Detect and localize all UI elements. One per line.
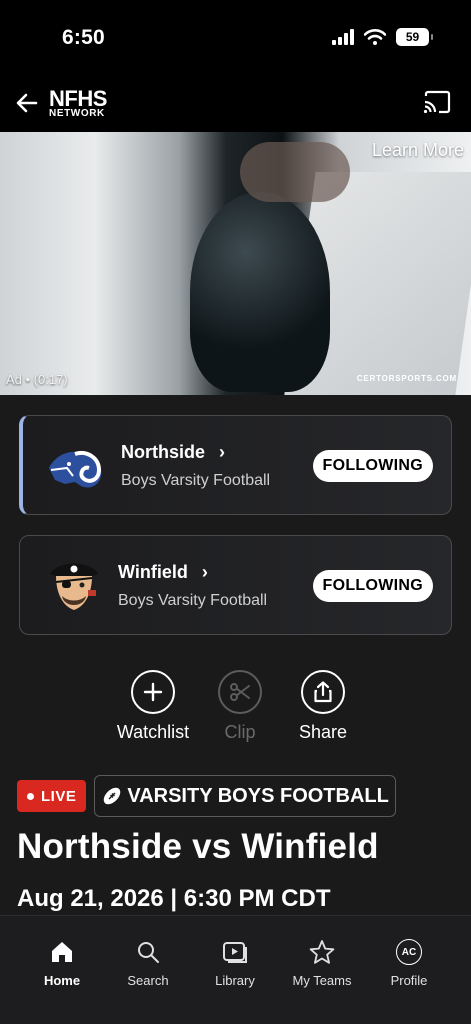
- sport-badge: VARSITY BOYS FOOTBALL: [94, 775, 396, 817]
- app-header: NFHS NETWORK: [0, 72, 471, 132]
- team-name-row: Northside ›: [121, 442, 225, 463]
- event-details: Northside › Boys Varsity Football FOLLOW…: [0, 395, 471, 915]
- chevron-right-icon: ›: [201, 562, 208, 582]
- tab-library[interactable]: Library: [192, 938, 278, 988]
- tab-label: Library: [215, 973, 255, 988]
- pirate-logo-icon: [50, 563, 98, 610]
- battery-icon: 59: [396, 28, 433, 46]
- ad-countdown: Ad • (0:17): [6, 372, 68, 387]
- rams-logo-icon: [49, 451, 102, 488]
- logo-main: NFHS: [49, 86, 107, 111]
- back-arrow-icon: [16, 93, 38, 113]
- game-title: Northside vs Winfield: [17, 827, 379, 866]
- search-icon: [134, 938, 162, 966]
- signal-icon: [332, 29, 354, 45]
- team-card-northside[interactable]: Northside › Boys Varsity Football FOLLOW…: [19, 415, 452, 515]
- tab-home[interactable]: Home: [19, 938, 105, 988]
- live-badge: LIVE: [17, 780, 87, 812]
- tab-label: My Teams: [292, 973, 352, 988]
- video-frame-hand: [240, 142, 350, 202]
- chevron-right-icon: ›: [219, 442, 226, 462]
- video-frame-helmet: [190, 192, 330, 392]
- live-label: LIVE: [41, 787, 77, 805]
- logo-sub: NETWORK: [49, 108, 105, 119]
- scissors-icon: [218, 670, 262, 714]
- team-name: Northside: [121, 442, 206, 462]
- wifi-icon: [364, 29, 386, 45]
- star-icon: [308, 938, 336, 966]
- action-row: Watchlist Clip Share: [0, 670, 471, 750]
- tab-my-teams[interactable]: My Teams: [279, 938, 365, 988]
- library-icon: [221, 938, 249, 966]
- status-icons: 59: [332, 28, 433, 46]
- sponsor-watermark: CERTORSPORTS.COM: [356, 374, 457, 383]
- tab-search[interactable]: Search: [105, 938, 191, 988]
- tab-label: Home: [43, 973, 81, 988]
- football-icon: [104, 787, 121, 805]
- status-bar: 6:50 59: [0, 0, 471, 72]
- share-icon: [301, 670, 345, 714]
- team-name-row: Winfield ›: [118, 562, 208, 583]
- following-button[interactable]: FOLLOWING: [312, 570, 433, 602]
- team-card-winfield[interactable]: Winfield › Boys Varsity Football FOLLOWI…: [19, 535, 452, 635]
- avatar-initials: AC: [396, 939, 422, 965]
- team-name: Winfield: [118, 562, 188, 582]
- tab-profile[interactable]: AC Profile: [366, 938, 452, 988]
- team-subtitle: Boys Varsity Football: [121, 472, 271, 489]
- learn-more-link[interactable]: Learn More: [372, 140, 464, 161]
- game-datetime: Aug 21, 2026 | 6:30 PM CDT: [17, 885, 331, 912]
- home-icon: [48, 938, 76, 966]
- back-button[interactable]: [12, 88, 42, 118]
- tab-label: Search: [127, 973, 169, 988]
- team-subtitle: Boys Varsity Football: [118, 592, 268, 609]
- live-dot-icon: [27, 792, 34, 800]
- video-player[interactable]: Learn More Ad • (0:17) CERTORSPORTS.COM: [0, 132, 471, 395]
- tab-label: Profile: [390, 973, 428, 988]
- cast-icon: [423, 90, 451, 114]
- plus-icon: [131, 670, 175, 714]
- nfhs-logo[interactable]: NFHS NETWORK: [49, 88, 107, 119]
- sport-label: VARSITY BOYS FOOTBALL: [127, 784, 389, 807]
- event-badges: LIVE VARSITY BOYS FOOTBALL: [17, 775, 396, 817]
- profile-avatar-icon: AC: [395, 938, 423, 966]
- cast-button[interactable]: [423, 90, 453, 116]
- share-label: Share: [298, 722, 348, 742]
- bottom-tab-bar: Home Search Library My Teams AC Profile: [0, 915, 471, 1024]
- share-button[interactable]: Share: [268, 670, 378, 743]
- status-time: 6:50: [62, 26, 105, 49]
- following-button[interactable]: FOLLOWING: [312, 450, 433, 482]
